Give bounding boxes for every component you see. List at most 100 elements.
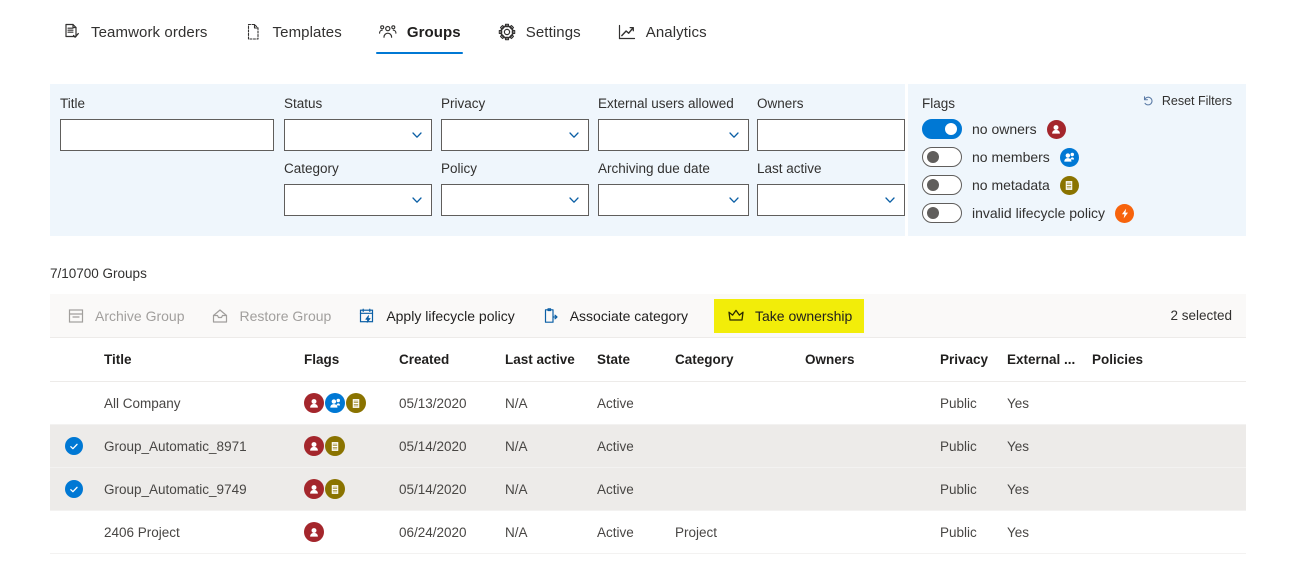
row-checkbox[interactable] bbox=[50, 480, 104, 498]
cell-category: Project bbox=[675, 524, 718, 540]
cell-privacy: Public bbox=[940, 524, 977, 540]
no-owners-badge-icon bbox=[1046, 119, 1066, 139]
filter-privacy-group: Privacy bbox=[441, 96, 589, 151]
table-row[interactable]: Group_Automatic_9749 05/14/2020 N/A Active P… bbox=[50, 468, 1246, 511]
no-metadata-badge-icon bbox=[346, 393, 366, 413]
reset-filters-label: Reset Filters bbox=[1161, 94, 1232, 108]
toggle-label: invalid lifecycle policy bbox=[972, 205, 1106, 221]
cell-external: Yes bbox=[1007, 524, 1030, 540]
column-header-title[interactable]: Title bbox=[104, 352, 304, 367]
undo-arrow-icon bbox=[1141, 94, 1155, 108]
toggle-no-members[interactable] bbox=[922, 147, 962, 167]
filter-external-users-allowed-dropdown[interactable] bbox=[598, 119, 749, 151]
toggle-knob bbox=[927, 151, 939, 163]
filter-archiving-due-date-label: Archiving due date bbox=[598, 161, 710, 176]
toggle-knob bbox=[927, 179, 939, 191]
filter-status-label: Status bbox=[284, 96, 323, 111]
toggle-no-owners[interactable] bbox=[922, 119, 962, 139]
cell-state: Active bbox=[597, 438, 634, 454]
no-owners-badge-icon bbox=[304, 436, 324, 456]
cell-created: 06/24/2020 bbox=[399, 524, 467, 540]
chevron-down-icon bbox=[412, 197, 422, 203]
command-label: Archive Group bbox=[95, 307, 185, 324]
flag-row-invalid-lifecycle-policy: invalid lifecycle policy bbox=[922, 199, 1232, 227]
no-metadata-badge-icon bbox=[1059, 175, 1079, 195]
no-owners-badge-icon bbox=[304, 393, 324, 413]
filter-title-group: Title bbox=[60, 96, 274, 151]
cell-external: Yes bbox=[1007, 481, 1030, 497]
associate-category-button[interactable]: Associate category bbox=[531, 298, 698, 334]
cell-last-active: N/A bbox=[505, 438, 528, 454]
tab-label: Analytics bbox=[645, 23, 707, 41]
toggle-label: no metadata bbox=[972, 177, 1050, 193]
cell-privacy: Public bbox=[940, 438, 977, 454]
tab-label: Settings bbox=[525, 23, 581, 41]
toggle-invalid-lifecycle-policy[interactable] bbox=[922, 203, 962, 223]
filter-policy-dropdown[interactable] bbox=[441, 184, 589, 216]
cell-title: All Company bbox=[104, 395, 181, 411]
column-header-last-active[interactable]: Last active bbox=[505, 352, 597, 367]
column-header-flags[interactable]: Flags bbox=[304, 352, 399, 367]
column-header-privacy[interactable]: Privacy bbox=[940, 352, 1007, 367]
reset-filters-button[interactable]: Reset Filters bbox=[1141, 94, 1232, 108]
column-header-category[interactable]: Category bbox=[675, 352, 805, 367]
column-header-state[interactable]: State bbox=[597, 352, 675, 367]
gear-icon bbox=[497, 22, 517, 42]
cell-state: Active bbox=[597, 524, 634, 540]
filter-privacy-dropdown[interactable] bbox=[441, 119, 589, 151]
flag-row-no-members: no members bbox=[922, 143, 1232, 171]
tab-teamwork-orders[interactable]: Teamwork orders bbox=[50, 10, 220, 54]
filter-last-active-label: Last active bbox=[757, 161, 822, 176]
filter-title-label: Title bbox=[60, 96, 86, 111]
filter-category-dropdown[interactable] bbox=[284, 184, 432, 216]
no-metadata-badge-icon bbox=[325, 479, 345, 499]
apply-lifecycle-policy-button[interactable]: Apply lifecycle policy bbox=[347, 298, 524, 334]
restore-icon bbox=[210, 307, 230, 325]
table-row[interactable]: 2406 Project 06/24/2020 N/A Active Project Pu… bbox=[50, 511, 1246, 554]
toggle-label: no owners bbox=[972, 121, 1037, 137]
toggle-knob bbox=[945, 123, 957, 135]
cell-external: Yes bbox=[1007, 438, 1030, 454]
filter-policy-label: Policy bbox=[441, 161, 478, 176]
people-group-icon bbox=[378, 22, 398, 42]
filter-external-users-allowed-group: External users allowed bbox=[598, 96, 749, 151]
cell-title: 2406 Project bbox=[104, 524, 180, 540]
toggle-no-metadata[interactable] bbox=[922, 175, 962, 195]
table-row[interactable]: Group_Automatic_8971 05/14/2020 N/A Active P… bbox=[50, 425, 1246, 468]
toggle-knob bbox=[927, 207, 939, 219]
column-header-external[interactable]: External ... bbox=[1007, 352, 1092, 367]
invalid-policy-badge-icon bbox=[1115, 203, 1135, 223]
filter-last-active-dropdown[interactable] bbox=[757, 184, 905, 216]
filter-status-dropdown[interactable] bbox=[284, 119, 432, 151]
tab-settings[interactable]: Settings bbox=[485, 10, 593, 54]
flag-row-no-owners: no owners bbox=[922, 115, 1232, 143]
filter-owners-group: Owners bbox=[757, 96, 905, 151]
column-header-owners[interactable]: Owners bbox=[805, 352, 940, 367]
column-header-created[interactable]: Created bbox=[399, 352, 505, 367]
cell-title: Group_Automatic_9749 bbox=[104, 481, 247, 497]
no-owners-badge-icon bbox=[304, 479, 324, 499]
cell-last-active: N/A bbox=[505, 481, 528, 497]
cell-flags bbox=[304, 522, 399, 542]
tab-groups[interactable]: Groups bbox=[366, 10, 473, 54]
column-header-policies[interactable]: Policies bbox=[1092, 352, 1192, 367]
template-page-icon bbox=[244, 22, 264, 42]
cell-privacy: Public bbox=[940, 481, 977, 497]
chevron-down-icon bbox=[729, 132, 739, 138]
filter-archiving-due-date-dropdown[interactable] bbox=[598, 184, 749, 216]
tab-templates[interactable]: Templates bbox=[232, 10, 354, 54]
tab-analytics[interactable]: Analytics bbox=[605, 10, 719, 54]
table-row[interactable]: All Company 05/13/2020 N/A Active Public Yes bbox=[50, 382, 1246, 425]
filter-title-input[interactable] bbox=[60, 119, 274, 151]
filter-external-users-allowed-label: External users allowed bbox=[598, 96, 734, 111]
command-label: Restore Group bbox=[239, 307, 332, 324]
row-checkbox[interactable] bbox=[50, 437, 104, 455]
take-ownership-button[interactable]: Take ownership bbox=[714, 298, 865, 333]
selected-count-label: 2 selected bbox=[1170, 308, 1232, 323]
filter-owners-input[interactable] bbox=[757, 119, 905, 151]
flags-filter-panel: Reset Filters Flags no owners no members n… bbox=[908, 84, 1246, 236]
filter-privacy-label: Privacy bbox=[441, 96, 486, 111]
filter-panel: Title Status Privacy External users allowed… bbox=[50, 84, 1246, 236]
filter-archiving-due-date-group: Archiving due date bbox=[598, 161, 749, 216]
cell-created: 05/14/2020 bbox=[399, 438, 467, 454]
